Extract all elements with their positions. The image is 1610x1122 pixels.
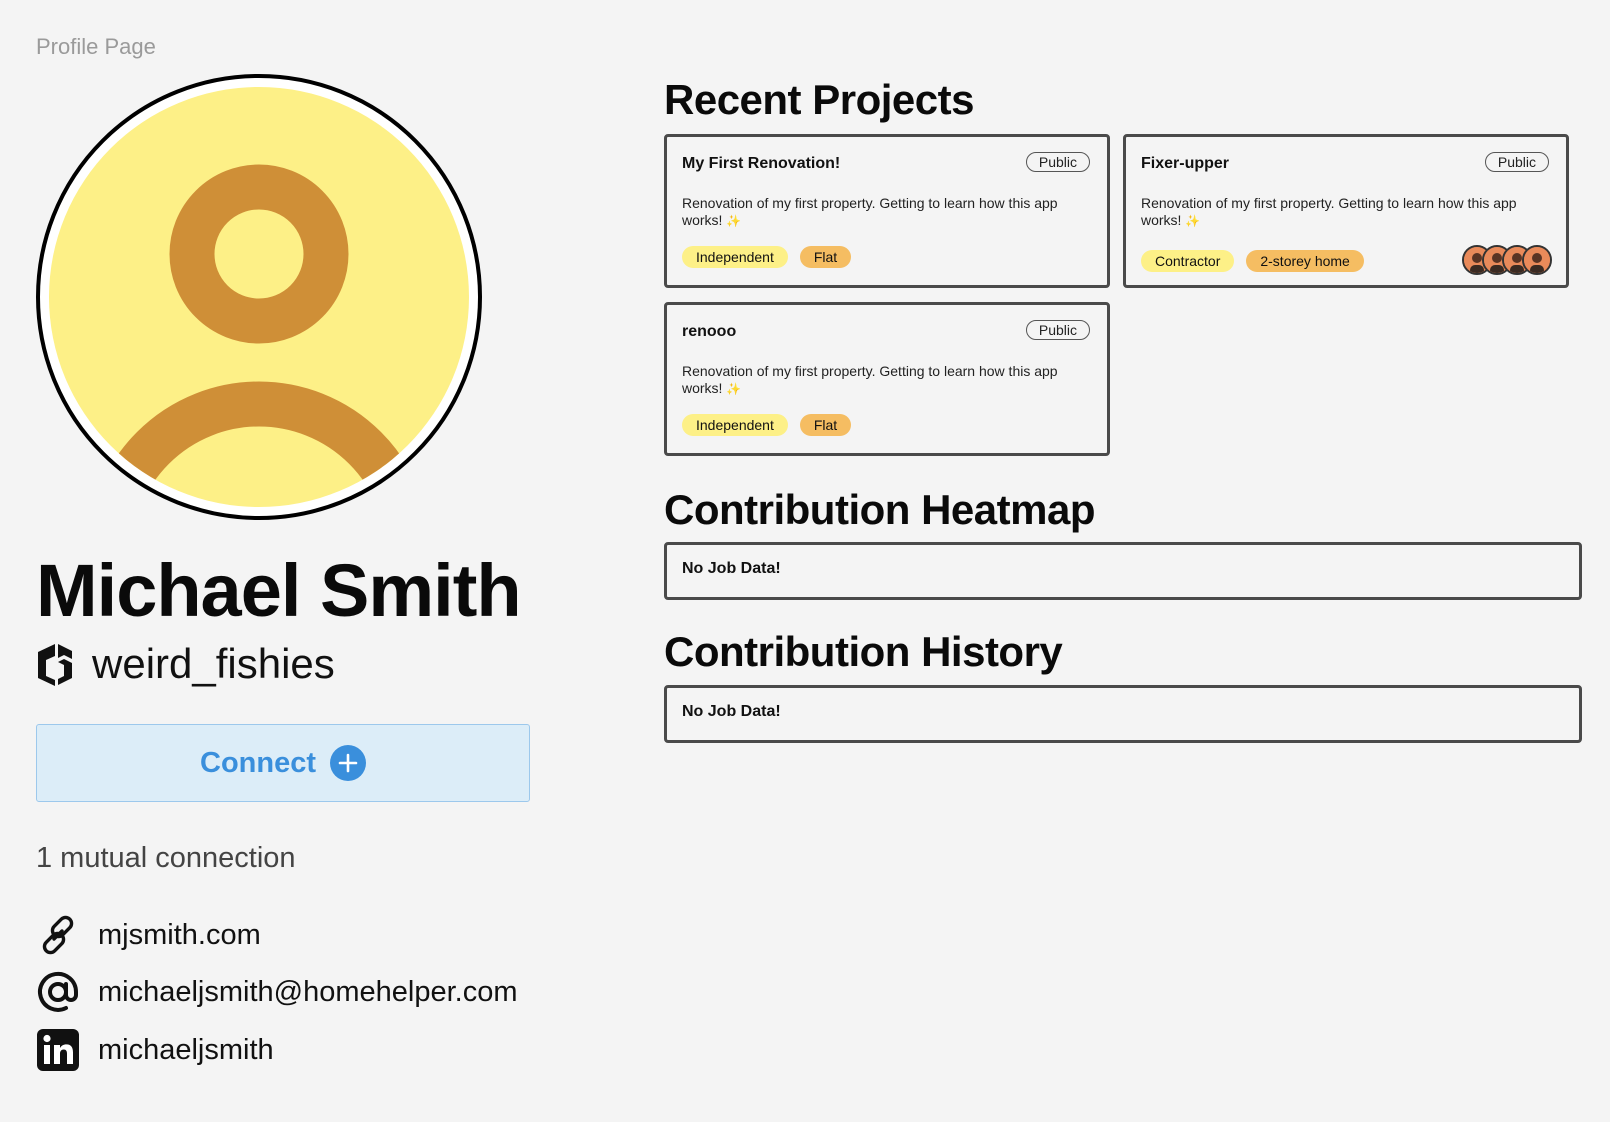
plus-icon — [330, 745, 366, 781]
sparkle-icon: ✨ — [726, 214, 742, 228]
contribution-history-box: No Job Data! — [664, 685, 1582, 743]
history-empty-message: No Job Data! — [682, 703, 781, 720]
profile-name: Michael Smith — [36, 549, 522, 632]
project-tag: Independent — [682, 414, 788, 436]
at-icon — [36, 970, 80, 1014]
visibility-badge: Public — [1484, 152, 1549, 172]
contribution-heatmap-title: Contribution Heatmap — [664, 486, 1095, 533]
project-tag: Contractor — [1141, 250, 1235, 272]
contribution-history-title: Contribution History — [664, 628, 1063, 675]
sparkle-icon: ✨ — [726, 382, 742, 396]
email-link[interactable]: michaeljsmith@homehelper.com — [98, 976, 518, 1009]
linkedin-row[interactable]: michaeljsmith — [36, 1028, 274, 1072]
collaborator-avatar[interactable] — [1522, 245, 1552, 275]
user-avatar-icon — [36, 74, 482, 520]
visibility-badge: Public — [1025, 152, 1090, 172]
project-tag: Flat — [799, 246, 852, 268]
profile-handle: weird_fishies — [92, 640, 335, 687]
contribution-heatmap-box: No Job Data! — [664, 542, 1582, 600]
linkedin-link[interactable]: michaeljsmith — [98, 1034, 274, 1067]
recent-projects-title: Recent Projects — [664, 76, 974, 123]
project-description: Renovation of my first property. Getting… — [1141, 195, 1517, 228]
mutual-connections[interactable]: 1 mutual connection — [36, 842, 296, 875]
visibility-badge: Public — [1025, 320, 1090, 340]
project-card[interactable]: renooo Public Renovation of my first pro… — [664, 302, 1110, 456]
connect-button[interactable]: Connect — [36, 724, 530, 802]
project-tags: Contractor 2-storey home — [1141, 250, 1364, 272]
connect-button-label: Connect — [200, 746, 316, 779]
project-tag: 2-storey home — [1246, 250, 1364, 272]
project-tags: Independent Flat — [682, 414, 852, 436]
project-tags: Independent Flat — [682, 246, 852, 268]
collaborator-avatars[interactable] — [1462, 245, 1552, 275]
project-tag: Independent — [682, 246, 788, 268]
heatmap-empty-message: No Job Data! — [682, 560, 781, 577]
linkedin-icon — [36, 1028, 80, 1072]
website-link[interactable]: mjsmith.com — [98, 919, 261, 952]
project-tag: Flat — [799, 414, 852, 436]
handle-row: weird_fishies — [36, 640, 335, 688]
profile-avatar — [36, 74, 482, 520]
website-row[interactable]: mjsmith.com — [36, 913, 261, 957]
link-icon — [36, 913, 80, 957]
project-card[interactable]: My First Renovation! Public Renovation o… — [664, 134, 1110, 288]
sparkle-icon: ✨ — [1185, 214, 1201, 228]
project-description: Renovation of my first property. Getting… — [682, 363, 1058, 396]
page-label: Profile Page — [36, 34, 156, 59]
email-row[interactable]: michaeljsmith@homehelper.com — [36, 970, 518, 1014]
project-description: Renovation of my first property. Getting… — [682, 195, 1058, 228]
project-card[interactable]: Fixer-upper Public Renovation of my firs… — [1123, 134, 1569, 288]
handle-logo-icon — [38, 644, 72, 686]
